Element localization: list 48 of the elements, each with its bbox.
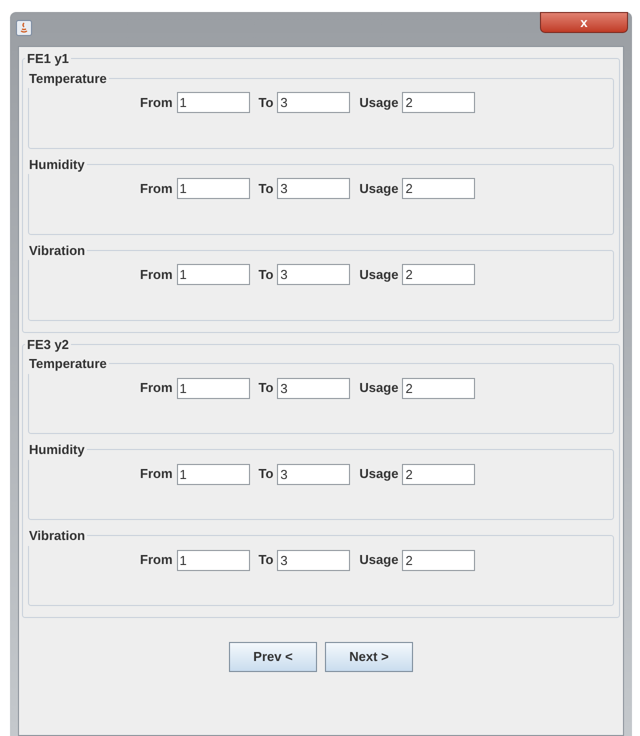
field-label: To bbox=[258, 266, 274, 284]
section-title: Vibration bbox=[28, 527, 86, 545]
field-label: Usage bbox=[359, 94, 398, 112]
nav-button[interactable]: Prev < bbox=[229, 642, 317, 672]
field-label: Usage bbox=[359, 379, 398, 398]
input-field[interactable]: 2 bbox=[402, 550, 476, 570]
input-field[interactable]: 1 bbox=[176, 464, 250, 484]
field-label: To bbox=[258, 379, 274, 398]
input-field[interactable]: 1 bbox=[176, 92, 250, 113]
section-title: Vibration bbox=[28, 242, 86, 260]
field-label: From bbox=[140, 266, 172, 284]
input-field[interactable]: 3 bbox=[277, 92, 350, 113]
field-label: From bbox=[140, 465, 172, 484]
input-field[interactable]: 3 bbox=[277, 464, 350, 484]
field-label: To bbox=[258, 180, 274, 198]
field-label: From bbox=[140, 94, 172, 112]
field-label: From bbox=[140, 180, 172, 198]
input-field[interactable]: 3 bbox=[277, 264, 350, 285]
input-field[interactable]: 1 bbox=[176, 178, 250, 199]
field-label: Usage bbox=[359, 465, 398, 484]
nav-button[interactable]: Next > bbox=[325, 642, 413, 672]
input-field[interactable]: 2 bbox=[402, 378, 476, 398]
close-button[interactable]: x bbox=[540, 12, 628, 33]
field-label: Usage bbox=[359, 551, 398, 570]
input-field[interactable]: 2 bbox=[402, 178, 476, 199]
field-label: To bbox=[258, 465, 274, 484]
input-field[interactable]: 3 bbox=[277, 178, 350, 199]
field-label: To bbox=[258, 94, 274, 112]
section-title: Temperature bbox=[28, 70, 108, 88]
group-title: FE3 y2 bbox=[26, 336, 70, 354]
input-field[interactable]: 2 bbox=[402, 92, 476, 113]
field-label: From bbox=[140, 551, 172, 570]
input-field[interactable]: 2 bbox=[402, 264, 476, 285]
app-icon bbox=[16, 20, 32, 36]
section-title: Humidity bbox=[28, 441, 86, 459]
section-title: Humidity bbox=[28, 156, 86, 174]
input-field[interactable]: 3 bbox=[277, 378, 350, 398]
group-title: FE1 y1 bbox=[26, 50, 70, 68]
field-label: To bbox=[258, 551, 274, 570]
input-field[interactable]: 1 bbox=[176, 264, 250, 285]
field-label: From bbox=[140, 379, 172, 398]
field-label: Usage bbox=[359, 266, 398, 284]
input-field[interactable]: 1 bbox=[176, 550, 250, 570]
input-field[interactable]: 3 bbox=[277, 550, 350, 570]
section-title: Temperature bbox=[28, 355, 108, 373]
input-field[interactable]: 2 bbox=[402, 464, 476, 484]
input-field[interactable]: 1 bbox=[176, 378, 250, 398]
field-label: Usage bbox=[359, 180, 398, 198]
